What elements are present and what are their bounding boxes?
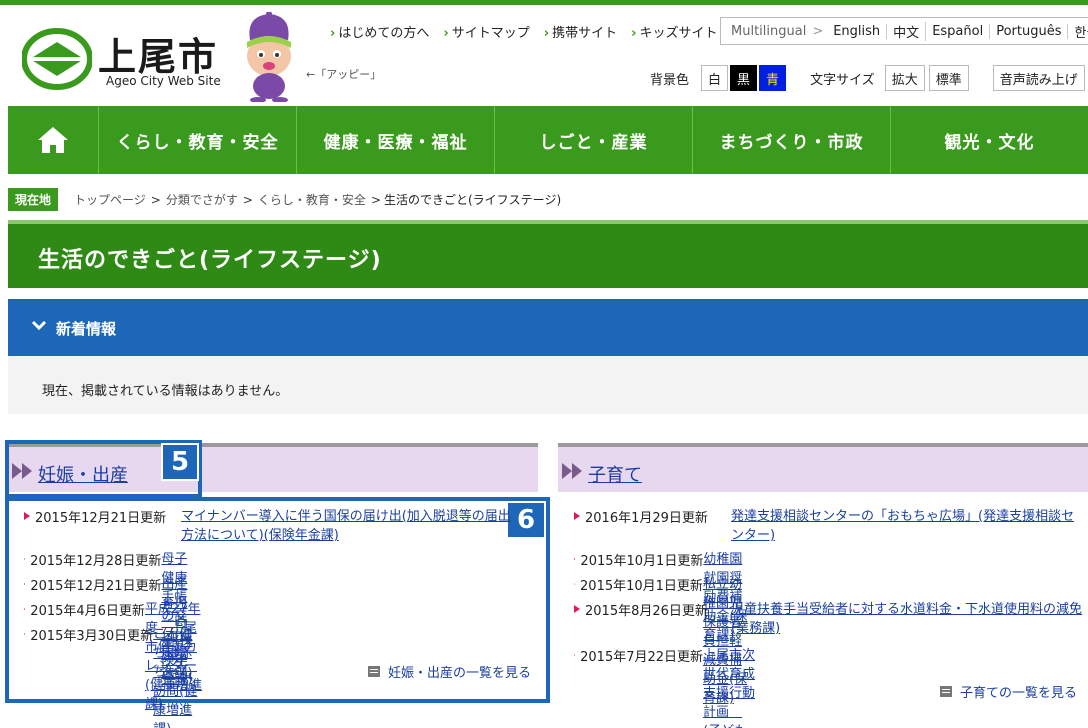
nav-work-industry[interactable]: しごと・産業 — [494, 106, 692, 174]
item-link[interactable]: 発達支援相談センターの「おもちゃ広場」(発達支援相談センター) — [731, 507, 1087, 545]
bullet-icon — [24, 608, 26, 610]
top-accent-bar — [0, 0, 1088, 5]
nav-health-medical-welfare[interactable]: 健康・医療・福祉 — [296, 106, 494, 174]
more-childcare-link[interactable]: 子育ての一覧を見る — [960, 682, 1077, 701]
bullet-icon — [574, 605, 580, 613]
more-pregnancy[interactable]: 妊娠・出産の一覧を見る — [368, 662, 531, 681]
panel-header-childcare: 子育て — [558, 443, 1088, 492]
lang-korean[interactable]: 한국어 — [1068, 22, 1088, 41]
speech-button[interactable]: 音声読み上げ — [992, 65, 1085, 91]
logo-text: 上尾市 — [98, 34, 219, 79]
breadcrumb-category[interactable]: 分類でさがす — [166, 191, 238, 208]
bullet-icon — [574, 583, 576, 585]
city-emblem-icon — [22, 28, 92, 90]
page-title: 生活のできごと(ライフステージ) — [38, 248, 382, 273]
lang-portuguese[interactable]: Português — [990, 23, 1069, 39]
bg-black-button[interactable]: 黒 — [730, 65, 758, 91]
lang-spanish[interactable]: Español — [926, 23, 991, 39]
item-date: 2015年3月30日更新 — [30, 629, 154, 644]
link-kids[interactable]: › キッズサイト — [631, 22, 717, 41]
bullet-icon — [24, 512, 30, 520]
news-empty-message: 現在、掲載されている情報はありません。 — [42, 384, 289, 399]
bullet-icon — [574, 654, 576, 656]
list-item: 2015年12月21日更新 マイナンバー導入に伴う国保の届け出(加入脱退等の届出… — [24, 507, 511, 545]
mascot-appy-icon — [247, 12, 291, 102]
more-childcare[interactable]: 子育ての一覧を見る — [940, 682, 1077, 701]
news-body: 現在、掲載されている情報はありません。 — [8, 356, 1088, 414]
list-item: 2015年8月26日更新 児童扶養手当受給者に対する水道料金・下水道使用料の減免… — [574, 600, 1087, 638]
news-header[interactable]: 新着情報 — [8, 299, 1088, 356]
bullet-icon — [574, 512, 580, 520]
breadcrumb-top[interactable]: トップページ — [74, 191, 146, 208]
nav-life-education-safety[interactable]: くらし・教育・安全 — [98, 106, 296, 174]
item-date: 2015年7月22日更新 — [580, 650, 704, 665]
list-icon — [368, 666, 380, 677]
item-date: 2015年8月26日更新 — [585, 604, 708, 619]
home-button[interactable] — [8, 106, 98, 174]
item-link[interactable]: こんにちは赤ちゃん訪問(健康増進課) — [153, 625, 199, 728]
main-nav: くらし・教育・安全 健康・医療・福祉 しごと・産業 まちづくり・市政 観光・文化 — [8, 106, 1088, 174]
nav-tourism-culture[interactable]: 観光・文化 — [890, 106, 1088, 174]
nav-town-government[interactable]: まちづくり・市政 — [692, 106, 890, 174]
multilingual-separator: > — [812, 23, 824, 39]
breadcrumb-tag: 現在地 — [8, 188, 59, 211]
link-beginners[interactable]: › はじめての方へ — [330, 22, 429, 41]
language-selector: Multilingual > English 中文 Español Portug… — [720, 17, 1088, 45]
list-item: 2015年7月22日更新 上尾市次世代育成支援行動計画 (子ども支援課) — [574, 646, 757, 728]
bg-blue-button[interactable]: 青 — [759, 65, 787, 91]
breadcrumb-current: 生活のできごと(ライフステージ) — [384, 193, 562, 207]
list-item: 2016年1月29日更新 発達支援相談センターの「おもちゃ広場」(発達支援相談セ… — [574, 507, 1087, 545]
lang-english[interactable]: English — [827, 23, 888, 39]
item-link[interactable]: マイナンバー導入に伴う国保の届け出(加入脱退等の届出方法について)(保険年金課) — [181, 507, 511, 545]
bullet-icon — [24, 633, 26, 635]
news-label: 新着情報 — [56, 320, 117, 338]
annotation-badge-5: 5 — [161, 443, 199, 481]
page-title-bar: 生活のできごと(ライフステージ) — [8, 220, 1088, 288]
bullet-icon — [574, 558, 576, 560]
list-item: 2015年3月30日更新 こんにちは赤ちゃん訪問(健康増進課) — [24, 625, 199, 728]
item-date: 2016年1月29日更新 — [585, 511, 708, 526]
more-pregnancy-link[interactable]: 妊娠・出産の一覧を見る — [388, 662, 531, 681]
breadcrumb-separator: > — [242, 192, 253, 207]
bg-white-button[interactable]: 白 — [701, 65, 729, 91]
breadcrumb-separator: > — [370, 192, 381, 207]
logo-subtitle: Ageo City Web Site — [106, 74, 221, 88]
font-size-label: 文字サイズ — [810, 72, 875, 88]
link-mobile[interactable]: › 携帯サイト — [544, 22, 617, 41]
lang-chinese[interactable]: 中文 — [887, 21, 927, 41]
font-enlarge-button[interactable]: 拡大 — [884, 65, 925, 91]
bullet-icon — [24, 583, 26, 585]
bg-color-label: 背景色 — [650, 72, 690, 88]
chevron-down-icon — [31, 320, 47, 331]
mascot-caption: ←「アッピー」 — [306, 68, 382, 81]
breadcrumb-life[interactable]: くらし・教育・安全 — [258, 191, 366, 208]
double-arrow-icon — [562, 463, 582, 479]
annotation-badge-6: 6 — [506, 501, 546, 539]
item-link[interactable]: 児童扶養手当受給者に対する水道料金・下水道使用料の減免(業務課) — [731, 600, 1087, 638]
multilingual-label: Multilingual — [731, 23, 807, 39]
accessibility-options: 背景色 白 黒 青 文字サイズ 拡大 標準 音声読み上げ — [650, 64, 1085, 92]
home-icon — [38, 127, 68, 153]
panel-title-childcare[interactable]: 子育て — [588, 461, 642, 487]
bullet-icon — [24, 558, 26, 560]
item-date: 2015年12月21日更新 — [35, 511, 167, 526]
font-standard-button[interactable]: 標準 — [928, 65, 969, 91]
breadcrumb-separator: > — [150, 192, 161, 207]
list-icon — [940, 686, 952, 697]
utility-nav: › はじめての方へ › サイトマップ › 携帯サイト › キッズサイト — [330, 22, 718, 41]
link-sitemap[interactable]: › サイトマップ — [443, 22, 529, 41]
breadcrumb: 現在地 トップページ > 分類でさがす > くらし・教育・安全 > 生活のできご… — [8, 188, 561, 211]
site-logo[interactable]: 上尾市 Ageo City Web Site — [22, 24, 232, 94]
item-link[interactable]: 上尾市次世代育成支援行動計画 (子ども支援課) — [703, 646, 757, 728]
